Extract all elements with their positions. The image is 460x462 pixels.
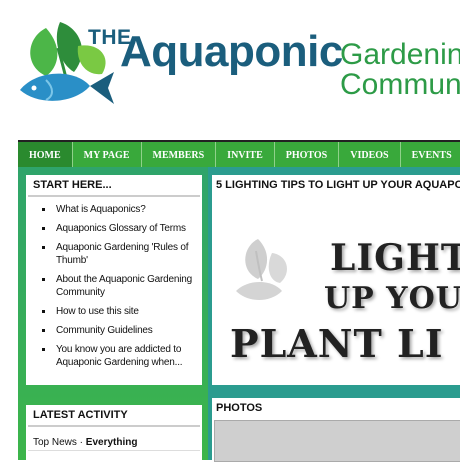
feature-image-line-1: LIGHT	[330, 237, 460, 279]
logo-gardening-text: Gardening	[340, 38, 460, 71]
start-link-guidelines[interactable]: Community Guidelines	[42, 324, 198, 337]
start-link-how-to-use[interactable]: How to use this site	[42, 305, 198, 318]
feature-image-line-3: PLANT LI	[230, 321, 444, 366]
feature-image-line-2: UP YOU	[324, 281, 460, 316]
start-link-addicted[interactable]: You know you are addicted to Aquaponic G…	[42, 343, 198, 369]
start-link-about-community[interactable]: About the Aquaponic Gardening Community	[42, 273, 198, 299]
latest-activity-title: LATEST ACTIVITY	[28, 405, 200, 427]
nav-events[interactable]: EVENTS	[401, 142, 460, 169]
start-here-list: What is Aquaponics? Aquaponics Glossary …	[26, 203, 202, 369]
photos-panel: PHOTOS	[212, 398, 460, 462]
start-link-rules-of-thumb[interactable]: Aquaponic Gardening 'Rules of Thumb'	[42, 241, 198, 267]
photos-title: PHOTOS	[216, 402, 263, 414]
start-here-panel: START HERE... What is Aquaponics? Aquapo…	[26, 175, 202, 385]
logo-community-text: Communi	[340, 68, 460, 101]
activity-filter: Top News · Everything	[28, 427, 200, 451]
activity-filter-top-news[interactable]: Top News ·	[33, 437, 86, 448]
logo-title[interactable]: Aquaponic	[120, 30, 343, 74]
latest-activity-panel: LATEST ACTIVITY Top News · Everything	[26, 405, 202, 460]
start-here-title: START HERE...	[28, 175, 200, 197]
nav-members[interactable]: MEMBERS	[142, 142, 217, 169]
main-nav: HOME MY PAGE MEMBERS INVITE PHOTOS VIDEO…	[18, 140, 460, 169]
start-link-what-is-aquaponics[interactable]: What is Aquaponics?	[42, 203, 198, 216]
photos-slideshow[interactable]	[214, 420, 460, 462]
nav-invite[interactable]: INVITE	[216, 142, 275, 169]
plant-icon	[236, 239, 287, 300]
activity-filter-everything[interactable]: Everything	[86, 437, 138, 448]
feature-image[interactable]: LIGHT UP YOU PLANT LI	[214, 197, 460, 383]
site-header: THE Aquaponic Gardening Communi	[0, 0, 460, 138]
feature-title[interactable]: 5 LIGHTING TIPS TO LIGHT UP YOUR AQUAPO	[212, 175, 460, 195]
nav-my-page[interactable]: MY PAGE	[73, 142, 142, 169]
start-link-glossary[interactable]: Aquaponics Glossary of Terms	[42, 222, 198, 235]
nav-photos[interactable]: PHOTOS	[275, 142, 340, 169]
nav-videos[interactable]: VIDEOS	[339, 142, 401, 169]
feature-panel: 5 LIGHTING TIPS TO LIGHT UP YOUR AQUAPO …	[212, 175, 460, 385]
nav-home[interactable]: HOME	[18, 142, 73, 169]
